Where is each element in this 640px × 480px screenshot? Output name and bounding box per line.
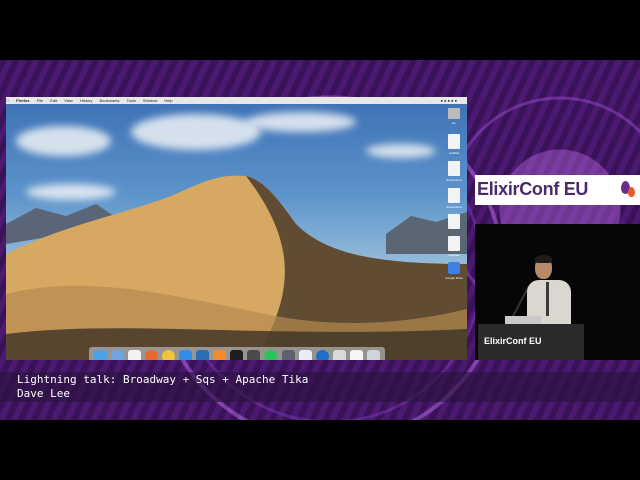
speaker-camera: ElixirConf EU — [475, 224, 640, 360]
sand-dune-illustration — [6, 175, 467, 360]
finder-icon[interactable] — [94, 350, 108, 360]
menu-history[interactable]: History — [80, 98, 92, 103]
desktop-file[interactable]: spotman — [440, 236, 467, 257]
menu-bookmarks[interactable]: Bookmarks — [100, 98, 120, 103]
elixir-drop-icon — [628, 187, 635, 197]
status-icons[interactable]: ● ● ● ● ● — [440, 97, 457, 104]
document-icon — [448, 214, 460, 229]
logo-text: ElixirConf EU — [477, 179, 589, 199]
desktop-icon-label: Ex — [452, 121, 456, 125]
desktop-file[interactable]: Screenshot — [440, 188, 467, 209]
desktop-file[interactable]: Screenshot — [440, 161, 467, 182]
desktop-icon-label: spotman — [448, 253, 460, 257]
desktop-file[interactable] — [440, 214, 467, 231]
sublime-icon[interactable] — [213, 350, 227, 360]
lanyard — [546, 282, 549, 316]
podium-label: ElixirConf EU — [484, 336, 542, 346]
desktop-file[interactable]: Untitled — [440, 134, 467, 155]
desktop-wallpaper: Ex Untitled Screenshot Screenshot spotma… — [6, 104, 467, 360]
document-icon — [448, 188, 460, 203]
xcode-icon[interactable] — [281, 350, 295, 360]
activity-monitor-icon[interactable] — [247, 350, 261, 360]
menu-help[interactable]: Help — [164, 98, 172, 103]
shared-screen:  Firefox File Edit View History Bookmar… — [6, 97, 467, 360]
menu-tools[interactable]: Tools — [127, 98, 136, 103]
firefox-icon[interactable] — [145, 350, 159, 360]
podium: ElixirConf EU — [478, 324, 584, 360]
iterm-icon[interactable] — [298, 350, 312, 360]
terminal-icon[interactable] — [230, 350, 244, 360]
menu-window[interactable]: Window — [143, 98, 157, 103]
menu-view[interactable]: View — [64, 98, 73, 103]
desktop-icon-label: Google Drive — [445, 276, 463, 280]
apple-icon[interactable]:  — [6, 98, 9, 103]
document-icon[interactable] — [349, 350, 363, 360]
speaker-hair — [535, 255, 552, 263]
desktop-drive[interactable]: Ex — [440, 108, 467, 125]
vscode-icon[interactable] — [196, 350, 210, 360]
speaker-name: Dave Lee — [17, 387, 70, 400]
menu-file[interactable]: File — [37, 98, 43, 103]
dock — [89, 347, 385, 360]
calendar-icon[interactable] — [128, 350, 142, 360]
spotify-icon[interactable] — [264, 350, 278, 360]
menu-app-name[interactable]: Firefox — [16, 98, 29, 103]
chrome-icon[interactable] — [162, 350, 176, 360]
document-icon — [448, 161, 460, 176]
menu-bar:  Firefox File Edit View History Bookmar… — [6, 97, 467, 104]
google-drive-icon — [448, 262, 460, 274]
document-icon — [448, 236, 460, 251]
desktop-icon-label: Screenshot — [446, 178, 462, 182]
document-icon — [448, 134, 460, 149]
conference-logo: ElixirConf EU — [475, 175, 640, 205]
appstore-icon[interactable] — [179, 350, 193, 360]
drive-icon — [448, 108, 460, 119]
desktop-google-drive[interactable]: Google Drive — [440, 262, 467, 280]
keynote-icon[interactable] — [315, 350, 329, 360]
desktop-icon-label: Untitled — [448, 151, 460, 155]
trash-icon[interactable] — [366, 350, 380, 360]
desktop-icon-label: Screenshot — [446, 205, 462, 209]
mail-icon[interactable] — [111, 350, 125, 360]
menu-edit[interactable]: Edit — [50, 98, 57, 103]
preview-icon[interactable] — [332, 350, 346, 360]
talk-title: Lightning talk: Broadway + Sqs + Apache … — [17, 373, 309, 386]
